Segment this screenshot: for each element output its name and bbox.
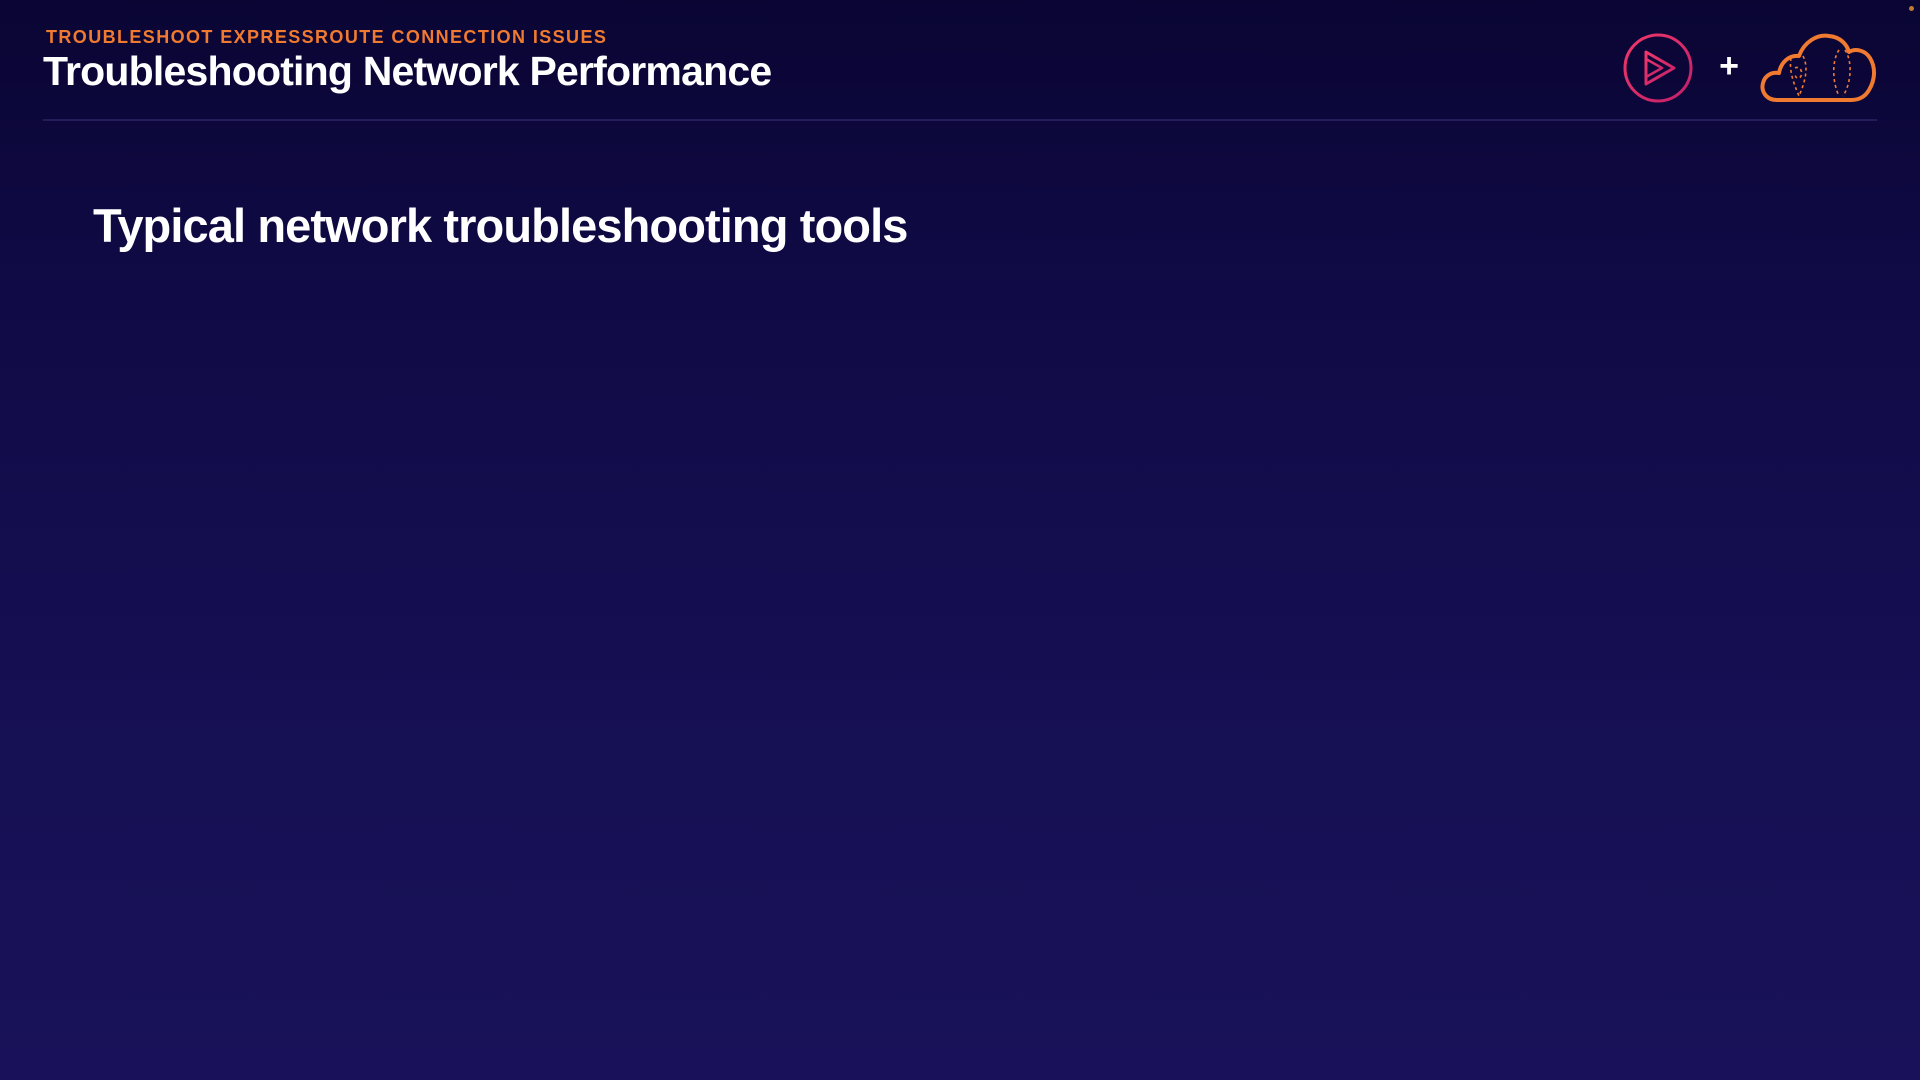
- course-eyebrow: TROUBLESHOOT EXPRESSROUTE CONNECTION ISS…: [46, 27, 608, 47]
- slide: TROUBLESHOOT EXPRESSROUTE CONNECTION ISS…: [0, 0, 1920, 1080]
- play-circle-icon: [1623, 33, 1693, 103]
- page-title: Troubleshooting Network Performance: [43, 48, 772, 94]
- section-heading: Typical network troubleshooting tools: [93, 199, 908, 252]
- corner-dot: [1909, 6, 1914, 11]
- brand-logos: +: [1622, 28, 1878, 104]
- slide-header: TROUBLESHOOT EXPRESSROUTE CONNECTION ISS…: [43, 24, 1877, 120]
- cloud-icon: [1760, 33, 1876, 102]
- header-divider: [43, 119, 1877, 121]
- plus-sign: +: [1719, 47, 1739, 85]
